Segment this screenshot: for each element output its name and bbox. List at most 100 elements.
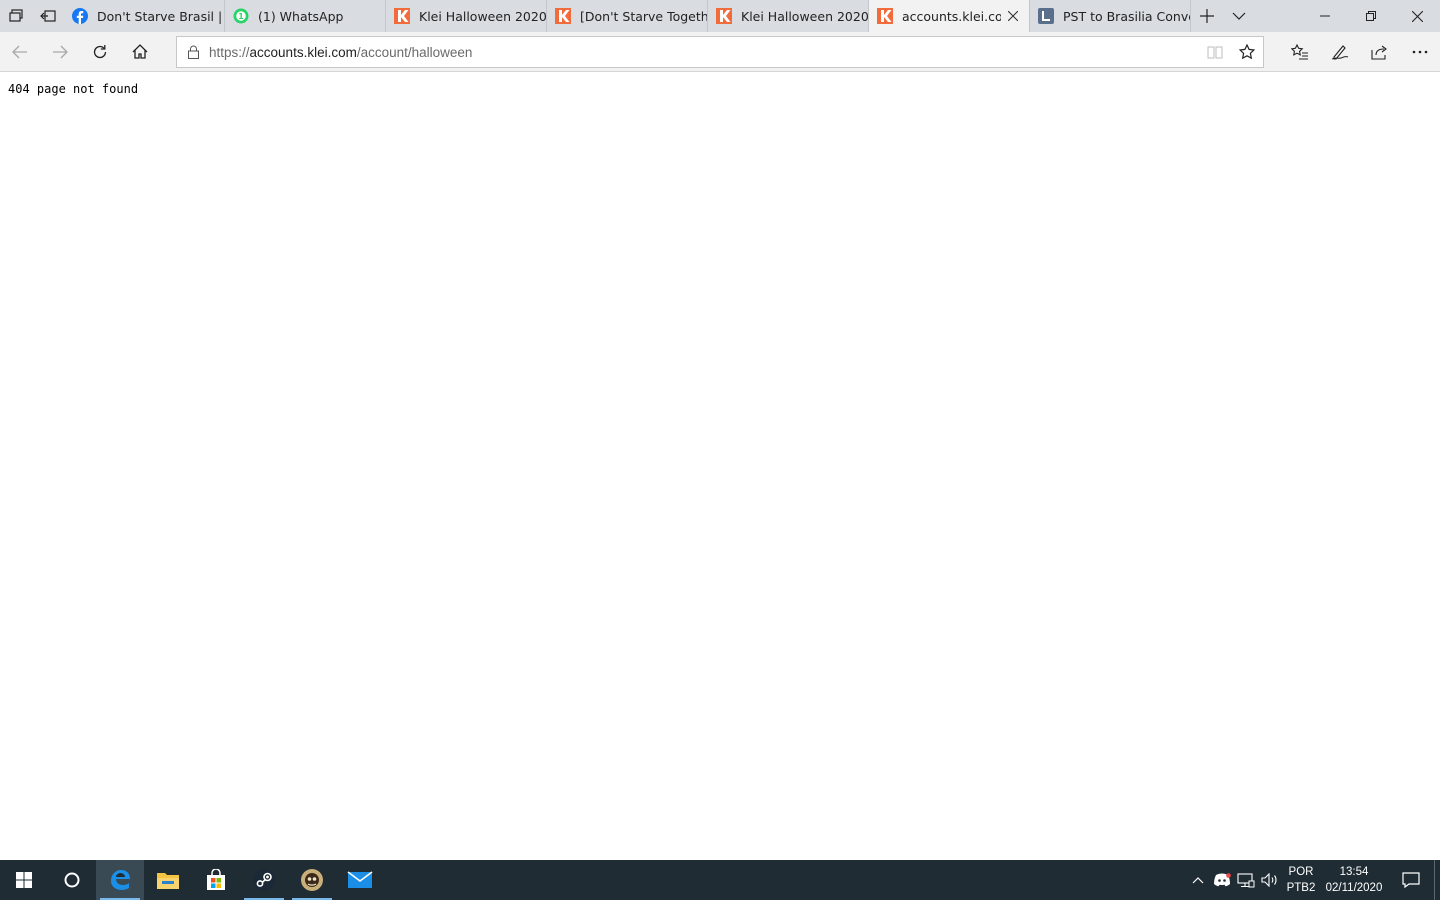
- game-character-icon: [301, 869, 323, 891]
- arrow-left-icon: [12, 45, 27, 58]
- favorites-list-icon: [1291, 44, 1308, 60]
- tab-title: Klei Halloween 2020: [741, 8, 868, 24]
- taskbar-mail[interactable]: [336, 860, 384, 900]
- web-note-button[interactable]: [1320, 32, 1360, 72]
- clock[interactable]: 13:54 02/11/2020: [1320, 864, 1388, 896]
- back-button[interactable]: [0, 32, 40, 72]
- svg-text:1: 1: [238, 12, 243, 21]
- close-icon: [1411, 10, 1423, 22]
- favorites-hub-button[interactable]: [1280, 32, 1320, 72]
- star-icon: [1239, 44, 1255, 60]
- system-tray: POR PTB2 13:54 02/11/2020: [1186, 860, 1440, 900]
- clock-time: 13:54: [1339, 866, 1369, 878]
- chevron-down-icon: [1232, 12, 1246, 20]
- language-code: POR: [1288, 866, 1314, 878]
- taskbar: POR PTB2 13:54 02/11/2020: [0, 860, 1440, 900]
- whatsapp-icon: 1: [233, 8, 249, 24]
- forward-button[interactable]: [40, 32, 80, 72]
- tab-title: Klei Halloween 2020: [419, 8, 546, 24]
- url-text: https://accounts.klei.com/account/hallow…: [209, 45, 1199, 60]
- show-hidden-icons-button[interactable]: [1186, 860, 1210, 900]
- pen-icon: [1331, 45, 1349, 60]
- taskbar-edge[interactable]: [96, 860, 144, 900]
- klei-icon: [877, 8, 893, 24]
- taskbar-store[interactable]: [192, 860, 240, 900]
- notification-icon: [1402, 872, 1420, 888]
- action-center-button[interactable]: [1388, 860, 1434, 900]
- reading-view-button[interactable]: [1199, 37, 1231, 67]
- windows-logo-icon: [16, 872, 32, 888]
- page-content: 404 page not found: [0, 73, 1440, 860]
- address-bar[interactable]: https://accounts.klei.com/account/hallow…: [176, 36, 1264, 68]
- minimize-button[interactable]: [1302, 0, 1348, 32]
- tab-1[interactable]: Don't Starve Brasil | F: [64, 0, 225, 32]
- more-dots-icon: [1412, 50, 1428, 54]
- home-icon: [132, 44, 148, 59]
- tray-volume[interactable]: [1258, 860, 1282, 900]
- taskbar-file-explorer[interactable]: [144, 860, 192, 900]
- show-tab-previews-button[interactable]: [1223, 0, 1255, 32]
- site-info-button[interactable]: [177, 37, 209, 67]
- set-aside-icon: [40, 10, 56, 22]
- chevron-up-icon: [1192, 876, 1204, 883]
- tab-2[interactable]: 1 (1) WhatsApp: [225, 0, 386, 32]
- input-language-indicator[interactable]: POR PTB2: [1282, 864, 1320, 896]
- new-tab-button[interactable]: [1191, 0, 1223, 32]
- network-icon: [1237, 872, 1255, 887]
- klei-icon: [716, 8, 732, 24]
- tab-title: accounts.klei.com: [902, 8, 1001, 24]
- tab-6[interactable]: accounts.klei.com: [869, 0, 1030, 32]
- url-path: /account/halloween: [356, 44, 473, 60]
- steam-icon: [253, 869, 275, 891]
- window-controls: [1302, 0, 1440, 32]
- share-button[interactable]: [1360, 32, 1400, 72]
- refresh-button[interactable]: [80, 32, 120, 72]
- tabs-icon: [9, 9, 23, 22]
- start-button[interactable]: [0, 860, 48, 900]
- close-icon: [1008, 11, 1018, 21]
- url-scheme: https://: [209, 44, 250, 60]
- timezone-icon: [1038, 8, 1054, 24]
- error-message: 404 page not found: [8, 82, 139, 96]
- tab-3[interactable]: Klei Halloween 2020: [386, 0, 547, 32]
- tab-5[interactable]: Klei Halloween 2020: [708, 0, 869, 32]
- url-host: accounts.klei.com: [249, 44, 357, 60]
- add-favorite-button[interactable]: [1231, 37, 1263, 67]
- refresh-icon: [93, 44, 107, 58]
- settings-more-button[interactable]: [1400, 32, 1440, 72]
- tab-title: PST to Brasilia Conve: [1063, 8, 1190, 24]
- tab-preview-button[interactable]: [0, 0, 32, 32]
- tab-title: Don't Starve Brasil | F: [97, 8, 224, 24]
- cortana-circle-icon: [64, 872, 80, 888]
- tab-title: [Don't Starve Togeth: [580, 8, 707, 24]
- close-window-button[interactable]: [1394, 0, 1440, 32]
- speaker-icon: [1261, 873, 1277, 887]
- minimize-icon: [1320, 15, 1330, 17]
- discord-icon: [1214, 873, 1231, 887]
- cortana-button[interactable]: [48, 860, 96, 900]
- lock-icon: [187, 45, 199, 59]
- keyboard-layout: PTB2: [1286, 882, 1316, 894]
- klei-icon: [555, 8, 571, 24]
- navigation-bar: https://accounts.klei.com/account/hallow…: [0, 32, 1440, 72]
- close-tab-button[interactable]: [1001, 4, 1025, 28]
- restore-button[interactable]: [1348, 0, 1394, 32]
- klei-icon: [394, 8, 410, 24]
- set-tabs-aside-button[interactable]: [32, 0, 64, 32]
- edge-icon: [111, 870, 130, 890]
- taskbar-game[interactable]: [288, 860, 336, 900]
- folder-icon: [157, 873, 179, 889]
- show-desktop-button[interactable]: [1434, 860, 1440, 900]
- clock-date: 02/11/2020: [1325, 882, 1383, 894]
- tab-strip: Don't Starve Brasil | F 1 (1) WhatsApp Klei…: [64, 0, 1191, 32]
- tab-7[interactable]: PST to Brasilia Conve: [1030, 0, 1191, 32]
- mail-icon: [347, 871, 373, 888]
- tab-4[interactable]: [Don't Starve Togeth: [547, 0, 708, 32]
- arrow-right-icon: [53, 45, 68, 58]
- store-bag-icon: [207, 869, 225, 890]
- tab-bar: Don't Starve Brasil | F 1 (1) WhatsApp Klei…: [0, 0, 1440, 32]
- tray-discord[interactable]: [1210, 860, 1234, 900]
- taskbar-steam[interactable]: [240, 860, 288, 900]
- tray-network[interactable]: [1234, 860, 1258, 900]
- home-button[interactable]: [120, 32, 160, 72]
